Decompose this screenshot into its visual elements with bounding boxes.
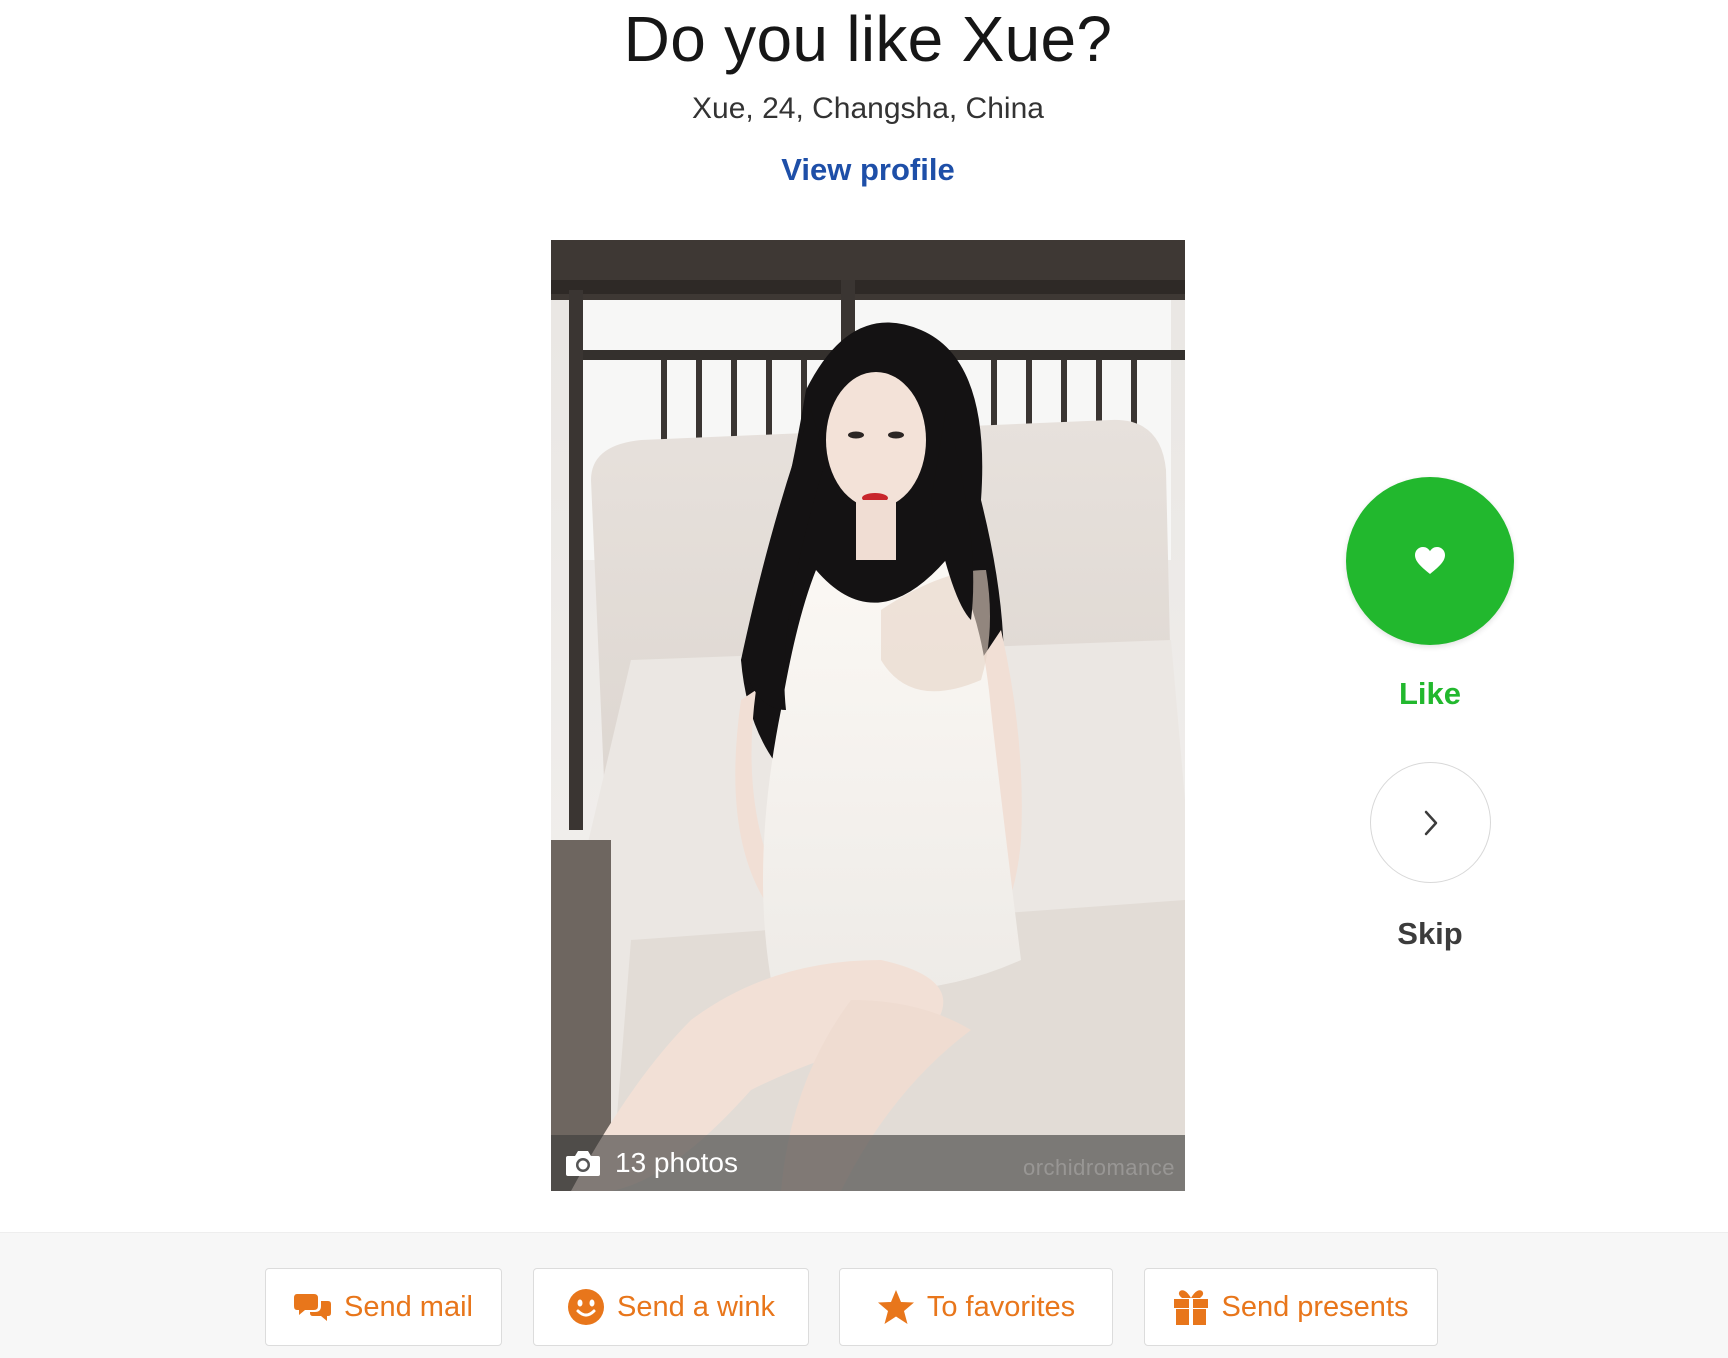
add-to-favorites-button[interactable]: To favorites <box>839 1268 1113 1346</box>
view-profile-link[interactable]: View profile <box>0 152 1728 188</box>
profile-photo-image <box>551 240 1185 1191</box>
photo-count-label: 13 photos <box>615 1147 738 1178</box>
like-label[interactable]: Like <box>1330 676 1530 712</box>
smiley-icon <box>568 1289 604 1325</box>
chevron-right-icon <box>1424 810 1437 835</box>
camera-icon <box>566 1151 600 1176</box>
send-wink-label: Send a wink <box>617 1290 775 1323</box>
send-mail-label: Send mail <box>344 1290 473 1323</box>
to-favorites-label: To favorites <box>926 1290 1076 1323</box>
send-presents-label: Send presents <box>1221 1290 1409 1323</box>
skip-label[interactable]: Skip <box>1330 916 1530 952</box>
skip-button[interactable] <box>1370 762 1491 883</box>
send-mail-button[interactable]: Send mail <box>265 1268 502 1346</box>
profile-summary: Xue, 24, Changsha, China <box>692 92 1044 125</box>
star-icon <box>877 1290 914 1324</box>
profile-photo[interactable]: 13 photos orchidromance <box>551 240 1185 1191</box>
gift-icon <box>1174 1290 1209 1325</box>
page-title: Do you like Xue? <box>623 3 1113 75</box>
chat-bubbles-icon <box>294 1294 332 1321</box>
photo-watermark: orchidromance <box>1022 1155 1175 1180</box>
send-presents-button[interactable]: Send presents <box>1144 1268 1438 1346</box>
like-button[interactable] <box>1346 477 1514 645</box>
like-or-skip-page: Do you like Xue? Xue, 24, Changsha, Chin… <box>0 0 1728 1358</box>
photo-count-bar[interactable]: 13 photos orchidromance <box>551 1135 1185 1191</box>
heart-icon <box>1415 547 1445 574</box>
send-wink-button[interactable]: Send a wink <box>533 1268 809 1346</box>
